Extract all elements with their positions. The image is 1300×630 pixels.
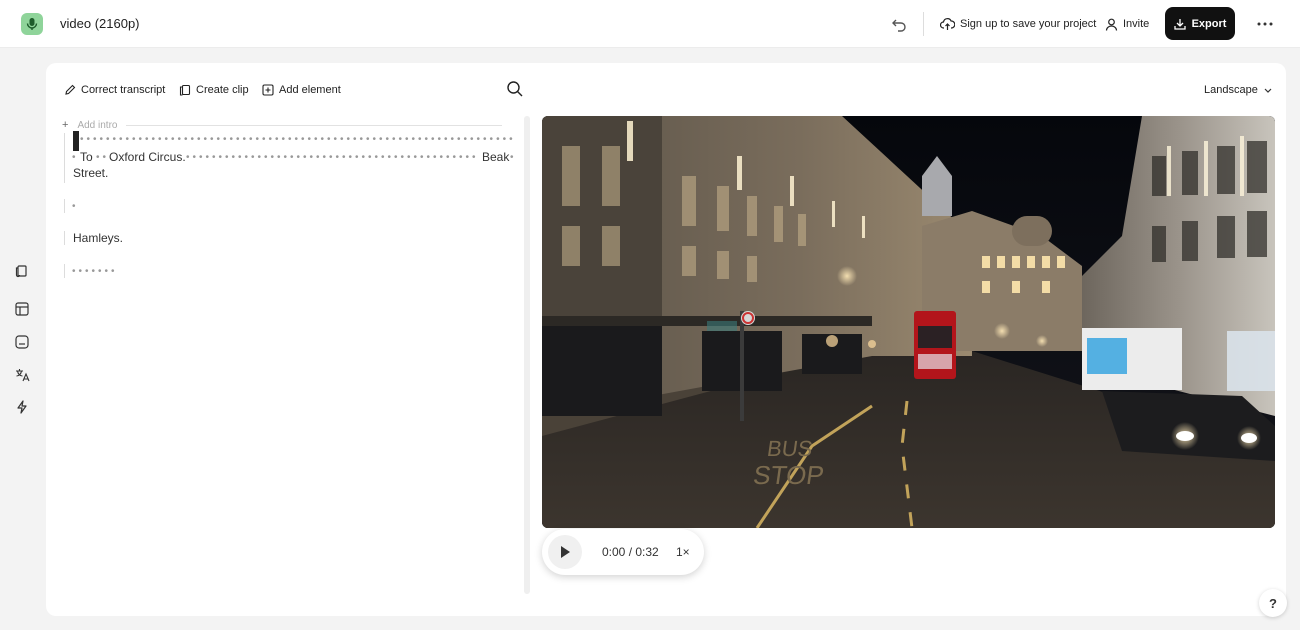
- correct-transcript-button[interactable]: Correct transcript: [64, 82, 165, 98]
- silence-gap[interactable]: •: [510, 152, 517, 163]
- top-bar: video (2160p) Sign up to save your proje…: [0, 0, 1300, 48]
- cloud-upload-icon: [940, 17, 955, 30]
- silence-gap[interactable]: •: [72, 152, 79, 163]
- rail-layout-button[interactable]: [12, 299, 32, 319]
- lightning-icon: [17, 400, 27, 414]
- paragraph-marker: [64, 133, 65, 183]
- transcript-word[interactable]: Oxford Circus.: [109, 150, 186, 164]
- invite-button[interactable]: Invite: [1105, 14, 1149, 34]
- add-intro-row[interactable]: + Add intro: [62, 118, 502, 132]
- toolbar-divider: [923, 12, 924, 36]
- create-clip-label: Create clip: [196, 84, 249, 96]
- signup-label: Sign up to save your project: [960, 18, 1097, 30]
- aspect-ratio-label: Landscape: [1204, 84, 1258, 96]
- rail-captions-button[interactable]: [12, 332, 32, 352]
- more-horizontal-icon: [1257, 22, 1273, 26]
- paragraph-marker: [64, 264, 65, 278]
- playback-speed-button[interactable]: 1×: [676, 545, 690, 559]
- transcript-word[interactable]: Hamleys.: [73, 231, 123, 245]
- create-clip-button[interactable]: Create clip: [179, 82, 249, 98]
- undo-button[interactable]: [889, 14, 909, 34]
- transcript-scrollbar[interactable]: [524, 116, 530, 594]
- paragraph-marker: [64, 231, 65, 245]
- download-icon: [1173, 18, 1186, 30]
- add-element-button[interactable]: Add element: [262, 82, 341, 98]
- play-icon: [561, 546, 570, 558]
- pencil-icon: [65, 84, 76, 95]
- help-button[interactable]: ?: [1259, 589, 1287, 617]
- silence-gap[interactable]: ••: [96, 152, 109, 163]
- transcript-word[interactable]: To: [80, 150, 93, 164]
- video-preview[interactable]: BUS STOP: [542, 116, 1275, 528]
- silence-gap[interactable]: ••••••••••••••••••••••••••••••••••••••••…: [186, 152, 478, 163]
- editor-panel: Correct transcript Create clip Add eleme…: [46, 63, 1286, 616]
- playback-time: 0:00 / 0:32: [602, 545, 659, 559]
- silence-gap[interactable]: •: [72, 201, 79, 212]
- svg-text:STOP: STOP: [751, 460, 825, 490]
- export-button[interactable]: Export: [1165, 7, 1235, 40]
- translate-icon: [15, 369, 30, 382]
- add-element-label: Add element: [279, 84, 341, 96]
- svg-text:BUS: BUS: [766, 436, 815, 461]
- rail-script-button[interactable]: [12, 261, 32, 281]
- add-intro-label: Add intro: [77, 119, 118, 131]
- plus-square-icon: [262, 84, 274, 96]
- correct-transcript-label: Correct transcript: [81, 84, 166, 96]
- intro-divider: [126, 124, 502, 126]
- user-icon: [1105, 18, 1118, 31]
- paragraph-marker: [64, 199, 65, 213]
- playback-controls: 0:00 / 0:32 1×: [542, 529, 704, 575]
- aspect-ratio-dropdown[interactable]: Landscape: [1204, 82, 1272, 98]
- silence-gap[interactable]: •••••••: [72, 266, 118, 277]
- signup-button[interactable]: Sign up to save your project: [940, 14, 1096, 34]
- chevron-down-icon: [1264, 88, 1272, 93]
- text-cursor: [73, 131, 79, 151]
- silence-gap[interactable]: ••••••••••••••••••••••••••••••••••••••••…: [80, 134, 514, 145]
- rail-translate-button[interactable]: [12, 365, 32, 385]
- captions-icon: [15, 335, 29, 349]
- invite-label: Invite: [1123, 18, 1150, 30]
- add-intro-plus-icon: +: [62, 119, 69, 131]
- script-icon: [15, 265, 27, 278]
- clip-icon: [179, 84, 191, 96]
- project-title[interactable]: video (2160p): [60, 16, 140, 31]
- more-options-button[interactable]: [1255, 14, 1275, 34]
- undo-icon: [892, 19, 906, 32]
- layout-icon: [15, 302, 29, 316]
- video-frame: BUS STOP: [542, 116, 1275, 528]
- transcript-word[interactable]: Street.: [73, 166, 108, 180]
- app-logo-icon[interactable]: [21, 13, 43, 35]
- play-button[interactable]: [548, 535, 582, 569]
- transcript-word[interactable]: Beak: [482, 150, 509, 164]
- rail-magic-button[interactable]: [12, 397, 32, 417]
- export-label: Export: [1191, 17, 1227, 30]
- search-icon[interactable]: [506, 80, 524, 98]
